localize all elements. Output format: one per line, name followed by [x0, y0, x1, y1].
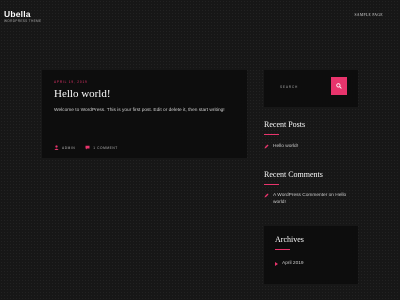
- post-title[interactable]: Hello world!: [54, 88, 111, 100]
- post-date[interactable]: APRIL 19, 2019: [54, 80, 88, 84]
- post-comments[interactable]: 1 COMMENT: [85, 145, 118, 150]
- archive-link[interactable]: April 2019: [282, 261, 304, 266]
- post-meta: ADMIN 1 COMMENT: [54, 145, 118, 150]
- site-tagline: WORDPRESS THEME: [4, 19, 42, 23]
- nav-sample-page[interactable]: SAMPLE PAGE: [354, 13, 383, 17]
- recent-comments-underline: [264, 184, 279, 185]
- post-excerpt: Welcome to WordPress. This is your first…: [54, 108, 225, 113]
- caret-icon: [275, 261, 278, 266]
- recent-comments-title: Recent Comments: [264, 170, 323, 179]
- recent-posts-title: Recent Posts: [264, 120, 306, 129]
- archive-item[interactable]: April 2019: [275, 261, 304, 266]
- search-button[interactable]: [331, 77, 347, 95]
- recent-comment-item[interactable]: A WordPress Commenter on Hello world!: [264, 192, 360, 206]
- archives-underline: [275, 249, 290, 250]
- search-input[interactable]: [276, 79, 331, 94]
- archives-title: Archives: [275, 235, 304, 244]
- recent-posts-underline: [264, 134, 279, 135]
- post-comments-label: 1 COMMENT: [93, 145, 118, 150]
- post-author[interactable]: ADMIN: [54, 145, 75, 150]
- site-title[interactable]: Ubella: [4, 9, 31, 19]
- pen-icon: [264, 193, 269, 198]
- recent-comment-link[interactable]: A WordPress Commenter on Hello world!: [273, 192, 360, 206]
- recent-post-item[interactable]: Hello world!: [264, 143, 354, 150]
- archives-widget: Archives April 2019: [264, 226, 358, 284]
- pen-icon: [264, 144, 269, 149]
- comment-icon: [85, 145, 90, 150]
- user-icon: [54, 145, 59, 150]
- search-icon: [336, 83, 342, 89]
- post-author-label: ADMIN: [62, 145, 76, 150]
- recent-post-link[interactable]: Hello world!: [273, 143, 298, 150]
- post-card: APRIL 19, 2019 Hello world! Welcome to W…: [42, 70, 247, 158]
